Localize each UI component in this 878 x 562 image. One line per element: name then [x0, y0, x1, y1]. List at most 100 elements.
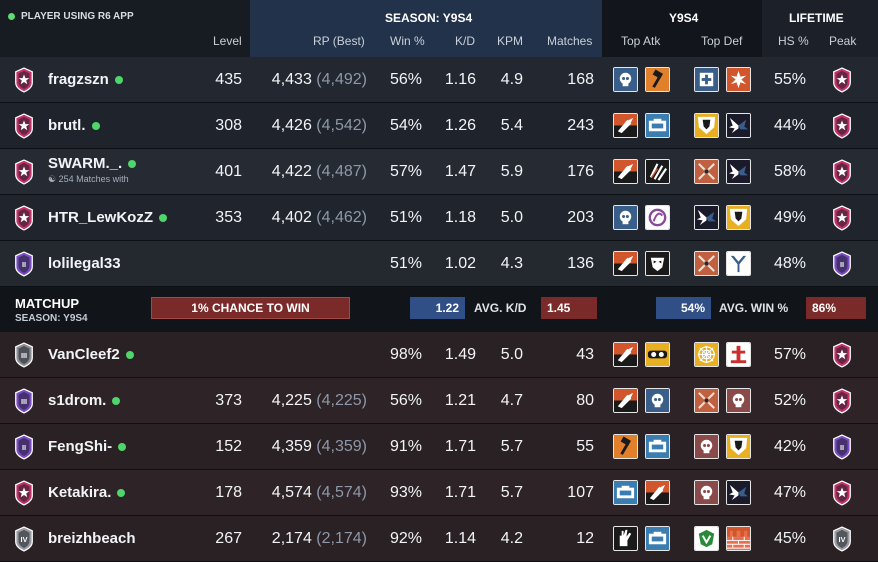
player-name[interactable]: FengShi- [48, 438, 112, 455]
top-atk-operator-2-icon[interactable] [645, 388, 670, 413]
top-def-operator-1-icon[interactable] [694, 526, 719, 551]
col-kd[interactable]: K/D [455, 34, 475, 48]
top-atk-operator-1-icon[interactable] [613, 159, 638, 184]
player-name[interactable]: VanCleef2 [48, 346, 120, 363]
top-atk-operator-1-icon[interactable] [613, 251, 638, 276]
player-name-cell[interactable]: SWARM._. ☯ 254 Matches with [48, 149, 137, 195]
y9s4-title: Y9S4 [669, 11, 699, 25]
top-def-operator-2-icon[interactable] [726, 159, 751, 184]
rp-value: 4,402 [271, 209, 312, 226]
top-def-operator-1-icon[interactable] [694, 251, 719, 276]
table-row[interactable]: II lolilegal33 51% 1.02 4.3 136 48% II [0, 241, 878, 287]
player-name-cell[interactable]: FengShi- [48, 424, 127, 470]
rp-value: 4,359 [271, 438, 312, 455]
player-kd: 1.71 [444, 484, 476, 501]
top-def-operator-2-icon[interactable] [726, 67, 751, 92]
top-def-operator-1-icon[interactable] [694, 342, 719, 367]
top-def-operator-1-icon[interactable] [694, 67, 719, 92]
top-atk-operator-1-icon[interactable] [613, 388, 638, 413]
top-atk-operator-2-icon[interactable] [645, 67, 670, 92]
top-atk-operator-2-icon[interactable] [645, 113, 670, 138]
peak-rank-icon [831, 67, 853, 93]
col-kpm[interactable]: KPM [497, 34, 523, 48]
col-level[interactable]: Level [213, 34, 242, 48]
player-hs: 49% [773, 209, 806, 226]
top-atk-operator-1-icon[interactable] [613, 434, 638, 459]
player-name[interactable]: breizhbeach [48, 530, 136, 547]
top-atk-operator-1-icon[interactable] [613, 342, 638, 367]
col-hs[interactable]: HS % [778, 34, 809, 48]
top-atk-operator-1-icon[interactable] [613, 113, 638, 138]
top-def-operator-2-icon[interactable] [726, 480, 751, 505]
player-name-cell[interactable]: breizhbeach [48, 516, 136, 562]
top-def-operator-1-icon[interactable] [694, 159, 719, 184]
top-atk-operator-1-icon[interactable] [613, 67, 638, 92]
player-name[interactable]: Ketakira. [48, 484, 111, 501]
player-matches: 176 [567, 163, 594, 180]
top-def-operator-2-icon[interactable] [726, 388, 751, 413]
table-row[interactable]: IV breizhbeach 267 2,174 (2,174) 92% 1.14 4.2 1… [0, 516, 878, 562]
top-def-operator-1-icon[interactable] [694, 113, 719, 138]
player-name-cell[interactable]: lolilegal33 [48, 241, 121, 287]
player-win-rate: 56% [389, 71, 422, 88]
player-name-cell[interactable]: VanCleef2 [48, 332, 134, 378]
col-matches[interactable]: Matches [547, 34, 592, 48]
top-atk-operator-1-icon[interactable] [613, 526, 638, 551]
top-def-operator-2-icon[interactable] [726, 113, 751, 138]
top-def-operator-2-icon[interactable] [726, 342, 751, 367]
player-name-cell[interactable]: s1drom. [48, 378, 121, 424]
top-def-operator-1-icon[interactable] [694, 205, 719, 230]
player-name-cell[interactable]: brutl. [48, 103, 100, 149]
top-def-operator-1-icon[interactable] [694, 388, 719, 413]
svg-text:IV: IV [21, 535, 28, 544]
top-def-operator-1-icon[interactable] [694, 434, 719, 459]
svg-text:II: II [22, 443, 26, 452]
top-def-operator-2-icon[interactable] [726, 434, 751, 459]
player-kd: 1.47 [444, 163, 476, 180]
table-row[interactable]: Ketakira. 178 4,574 (4,574) 93% 1.71 5.7 107 47… [0, 470, 878, 516]
player-level: 401 [215, 163, 242, 180]
player-name-cell[interactable]: HTR_LewKozZ [48, 195, 167, 241]
player-kd: 1.02 [444, 255, 476, 272]
top-atk-operator-2-icon[interactable] [645, 342, 670, 367]
top-atk-operator-2-icon[interactable] [645, 526, 670, 551]
player-name[interactable]: s1drom. [48, 392, 106, 409]
col-rp[interactable]: RP (Best) [313, 34, 365, 48]
top-def-operator-1-icon[interactable] [694, 480, 719, 505]
col-win[interactable]: Win % [390, 34, 425, 48]
rp-value: 4,225 [271, 392, 312, 409]
peak-rank-icon [831, 159, 853, 185]
player-name-cell[interactable]: Ketakira. [48, 470, 126, 516]
player-kpm: 5.7 [500, 484, 523, 501]
player-name[interactable]: lolilegal33 [48, 255, 121, 272]
table-row[interactable]: III s1drom. 373 4,225 (4,225) 56% 1.21 4.7 80 52… [0, 378, 878, 424]
table-row[interactable]: III VanCleef2 98% 1.49 5.0 43 57% [0, 332, 878, 378]
top-atk-operator-1-icon[interactable] [613, 205, 638, 230]
team-avg-win: 54% [656, 297, 711, 319]
player-name-cell[interactable]: fragzszn [48, 57, 123, 103]
top-def-operator-2-icon[interactable] [726, 526, 751, 551]
top-atk-operator-1-icon[interactable] [613, 480, 638, 505]
table-row[interactable]: HTR_LewKozZ 353 4,402 (4,462) 51% 1.18 5.0 203… [0, 195, 878, 241]
player-rp: 4,574 (4,574) [272, 470, 367, 516]
top-atk-operator-2-icon[interactable] [645, 251, 670, 276]
table-row[interactable]: brutl. 308 4,426 (4,542) 54% 1.26 5.4 243 44% [0, 103, 878, 149]
top-atk-operator-2-icon[interactable] [645, 205, 670, 230]
top-def-operator-2-icon[interactable] [726, 205, 751, 230]
col-top-atk[interactable]: Top Atk [621, 34, 660, 48]
col-peak[interactable]: Peak [829, 34, 856, 48]
player-name[interactable]: SWARM._. [48, 155, 122, 172]
table-row[interactable]: SWARM._. ☯ 254 Matches with 401 4,422 (4,48… [0, 149, 878, 195]
player-name[interactable]: fragzszn [48, 71, 109, 88]
top-atk-operator-2-icon[interactable] [645, 480, 670, 505]
top-atk-operator-2-icon[interactable] [645, 434, 670, 459]
top-atk-operator-2-icon[interactable] [645, 159, 670, 184]
table-row[interactable]: II FengShi- 152 4,359 (4,359) 91% 1.71 5.7 55 42… [0, 424, 878, 470]
player-name[interactable]: brutl. [48, 117, 86, 134]
col-top-def[interactable]: Top Def [701, 34, 742, 48]
player-name[interactable]: HTR_LewKozZ [48, 209, 153, 226]
top-def-operator-2-icon[interactable] [726, 251, 751, 276]
table-row[interactable]: fragzszn 435 4,433 (4,492) 56% 1.16 4.9 168 55% [0, 57, 878, 103]
player-win-rate: 91% [389, 438, 422, 455]
player-matches: 203 [567, 209, 594, 226]
